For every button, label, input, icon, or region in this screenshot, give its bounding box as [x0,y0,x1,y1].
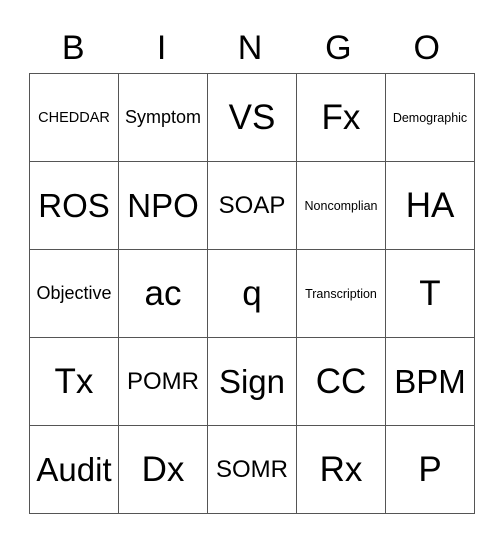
bingo-cell[interactable]: VS [207,73,297,162]
bingo-cell[interactable]: Fx [296,73,386,162]
bingo-cell[interactable]: P [385,425,475,514]
header-letter-o: O [413,29,440,67]
bingo-cell[interactable]: SOAP [207,161,297,250]
bingo-cell[interactable]: Transcription [296,249,386,338]
bingo-cell[interactable]: CC [296,337,386,426]
grid-row: Tx POMR Sign CC BPM [29,337,475,426]
bingo-cell[interactable]: Demographic [385,73,475,162]
grid-row: Audit Dx SOMR Rx P [29,425,475,514]
bingo-cell[interactable]: HA [385,161,475,250]
bingo-cell[interactable]: Objective [29,249,119,338]
bingo-cell[interactable]: ac [118,249,208,338]
bingo-cell[interactable]: BPM [385,337,475,426]
header-letter-g: G [325,29,352,67]
bingo-cell[interactable]: Symptom [118,73,208,162]
bingo-cell[interactable]: ROS [29,161,119,250]
bingo-cell[interactable]: POMR [118,337,208,426]
bingo-cell[interactable]: CHEDDAR [29,73,119,162]
bingo-cell[interactable]: Audit [29,425,119,514]
grid-row: CHEDDAR Symptom VS Fx Demographic [29,73,475,162]
header-letter-i: I [156,29,167,67]
bingo-cell[interactable]: SOMR [207,425,297,514]
bingo-cell[interactable]: Rx [296,425,386,514]
bingo-grid: CHEDDAR Symptom VS Fx Demographic ROS NP… [29,73,475,514]
bingo-cell[interactable]: Noncomplian [296,161,386,250]
header-letter-n: N [237,29,263,67]
bingo-cell[interactable]: Dx [118,425,208,514]
bingo-cell[interactable]: Sign [207,337,297,426]
bingo-cell[interactable]: Tx [29,337,119,426]
bingo-cell[interactable]: T [385,249,475,338]
bingo-cell[interactable]: NPO [118,161,208,250]
grid-row: ROS NPO SOAP Noncomplian HA [29,161,475,250]
bingo-header: B I N G O [29,26,471,70]
grid-row: Objective ac q Transcription T [29,249,475,338]
bingo-cell[interactable]: q [207,249,297,338]
header-letter-b: B [61,29,85,67]
